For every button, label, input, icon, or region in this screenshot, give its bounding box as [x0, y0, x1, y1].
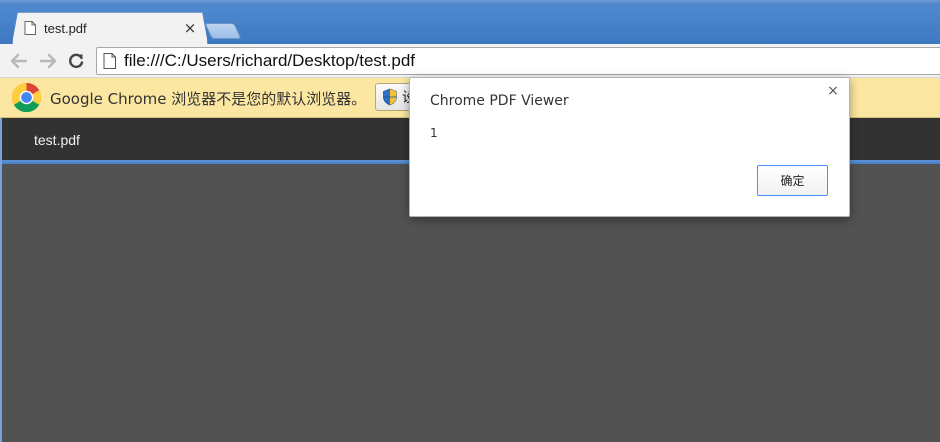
tab-test-pdf[interactable]: test.pdf ×: [12, 12, 208, 44]
browser-toolbar: file:///C:/Users/richard/Desktop/test.pd…: [0, 44, 940, 78]
alert-dialog: Chrome PDF Viewer × 1 确定: [409, 77, 850, 217]
reload-icon: [69, 53, 84, 69]
reload-button[interactable]: [65, 50, 87, 72]
url-text: file:///C:/Users/richard/Desktop/test.pd…: [124, 51, 415, 70]
pdf-title: test.pdf: [34, 132, 80, 148]
dialog-message: 1: [430, 126, 438, 140]
back-button[interactable]: [8, 50, 30, 72]
back-arrow-icon: [10, 53, 28, 69]
address-bar[interactable]: file:///C:/Users/richard/Desktop/test.pd…: [96, 47, 940, 75]
forward-button[interactable]: [37, 50, 59, 72]
dialog-title: Chrome PDF Viewer: [430, 93, 569, 109]
page-icon: [103, 53, 116, 69]
tab-title: test.pdf: [44, 20, 87, 36]
infobar-message: Google Chrome 浏览器不是您的默认浏览器。: [50, 90, 367, 108]
close-tab-icon[interactable]: ×: [180, 19, 200, 37]
page-icon: [24, 21, 36, 35]
chrome-logo-icon: [11, 82, 42, 113]
dialog-close-icon[interactable]: ×: [826, 84, 840, 98]
forward-arrow-icon: [39, 53, 57, 69]
ok-button[interactable]: 确定: [757, 165, 828, 196]
uac-shield-icon: [383, 88, 397, 106]
window-left-border: [0, 118, 2, 442]
